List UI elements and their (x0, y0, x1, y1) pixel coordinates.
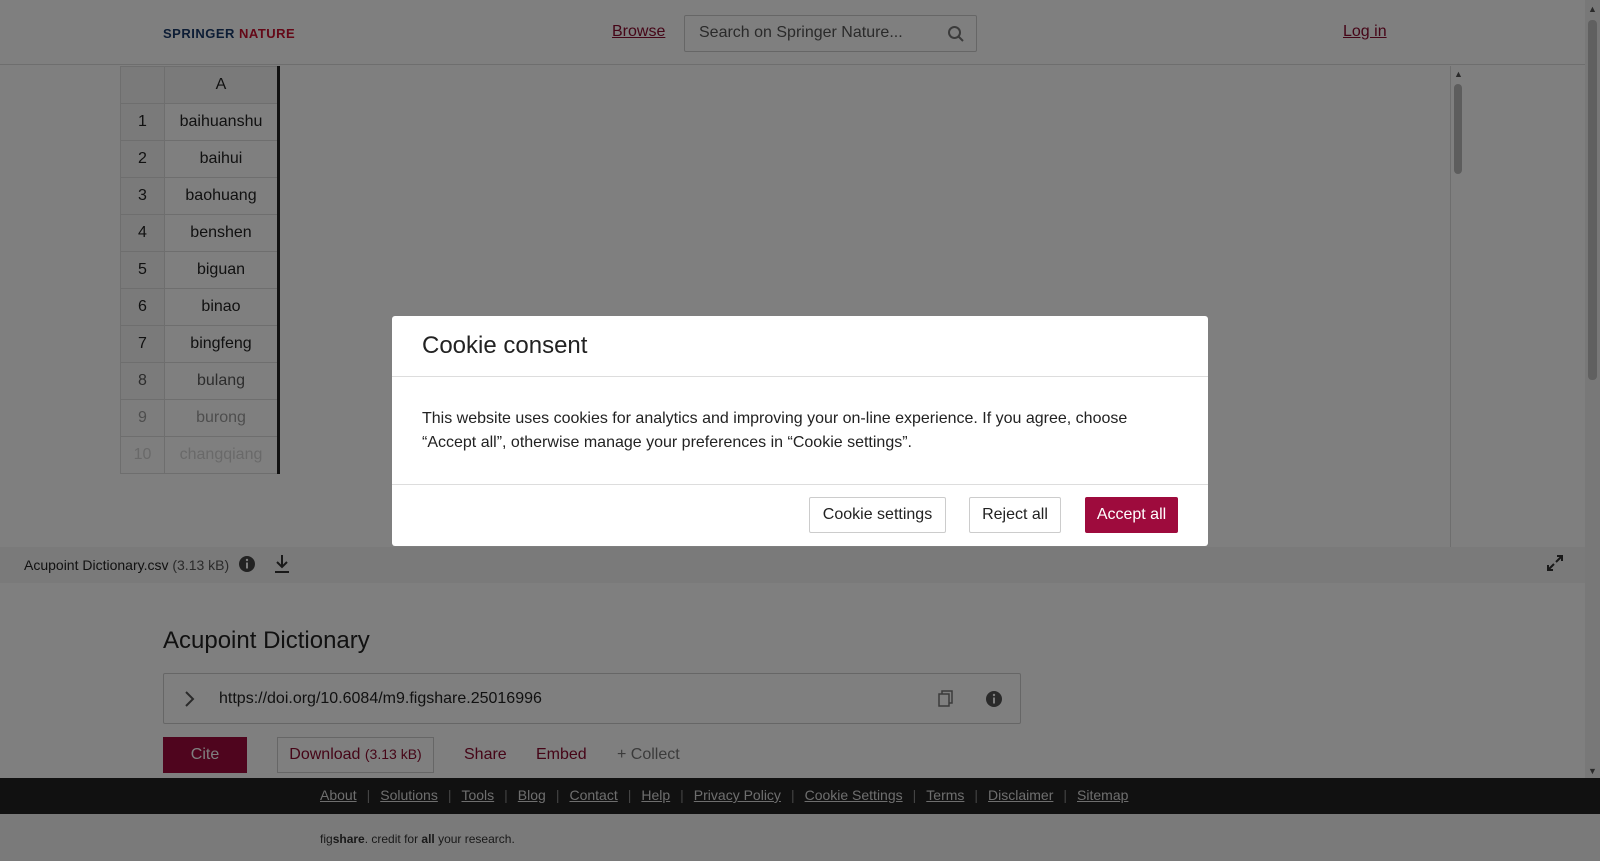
modal-backdrop: Cookie consent This website uses cookies… (0, 0, 1600, 861)
accept-all-button[interactable]: Accept all (1085, 497, 1178, 533)
cookie-settings-button[interactable]: Cookie settings (809, 497, 946, 533)
dialog-title: Cookie consent (422, 332, 588, 359)
reject-all-button[interactable]: Reject all (969, 497, 1061, 533)
cookie-consent-dialog: Cookie consent This website uses cookies… (392, 316, 1208, 546)
dialog-body: This website uses cookies for analytics … (422, 410, 1128, 451)
dialog-header: Cookie consent (392, 316, 1208, 377)
dialog-footer: Cookie settings Reject all Accept all (392, 484, 1208, 546)
